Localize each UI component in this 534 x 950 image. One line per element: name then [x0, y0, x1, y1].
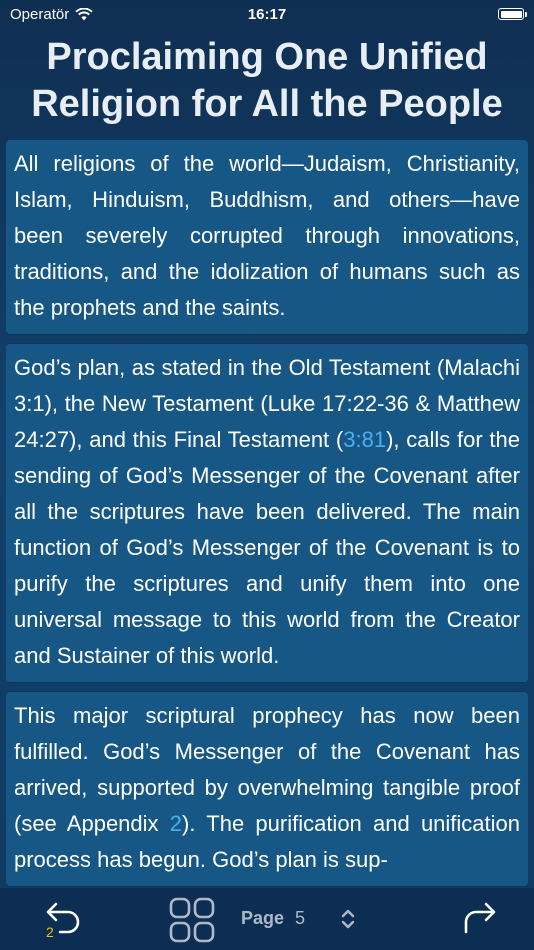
forward-button[interactable] [456, 896, 506, 942]
verse-link-3-81[interactable]: 3:81 [343, 427, 386, 452]
title-line-1: Proclaiming One Unified [46, 36, 488, 78]
wifi-icon [75, 7, 93, 20]
status-left: Operatör [10, 6, 93, 23]
title-line-2: Religion for All the People [31, 83, 503, 125]
page-title: Proclaiming One Unified Religion for All… [0, 34, 534, 128]
page-stepper[interactable] [338, 906, 358, 932]
chevron-up-down-icon [341, 909, 355, 929]
status-bar: Operatör 16:17 [0, 0, 534, 28]
carrier-label: Operatör [10, 5, 70, 23]
page-number[interactable]: 5 [295, 908, 305, 929]
paragraph-card: This major scriptural prophecy has now b… [6, 692, 528, 886]
redo-arrow-icon [464, 902, 496, 934]
back-count-badge: 2 [46, 924, 54, 940]
bottom-toolbar: 2 Page 5 [0, 888, 534, 950]
battery-icon [498, 8, 527, 20]
paragraph-text: ), calls for the sending of God’s Messen… [14, 427, 521, 668]
content-scroll-area[interactable]: All religions of the world—Judaism, Chri… [6, 140, 528, 888]
grid-menu-button[interactable] [168, 896, 216, 944]
paragraph-text: All religions of the world—Judaism, Chri… [14, 151, 520, 320]
grid-icon [169, 897, 215, 943]
paragraph-card: God’s plan, as stated in the Old Testame… [6, 344, 528, 682]
appendix-link-2[interactable]: 2 [170, 811, 182, 836]
page-label: Page [241, 908, 285, 928]
paragraph-card: All religions of the world—Judaism, Chri… [6, 140, 528, 334]
